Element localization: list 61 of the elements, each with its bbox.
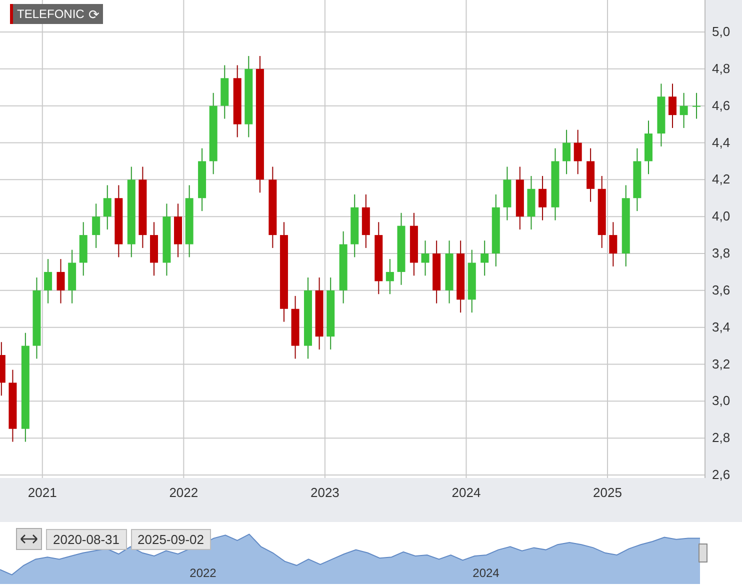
candle <box>198 148 206 212</box>
candle <box>527 175 536 230</box>
candle <box>432 240 441 304</box>
candle <box>174 203 182 258</box>
x-tick-label: 2021 <box>28 485 57 500</box>
navigator-year-label: 2022 <box>190 566 216 580</box>
y-tick-label: 2,8 <box>712 430 730 446</box>
candle <box>516 166 524 230</box>
candle <box>79 222 88 276</box>
candle <box>468 249 476 314</box>
candle <box>657 83 666 147</box>
navigator-year-label: 2024 <box>472 566 500 580</box>
expand-icon[interactable] <box>16 528 42 550</box>
candle <box>562 129 571 175</box>
candle <box>633 148 642 212</box>
y-tick-label: 4,2 <box>712 172 730 187</box>
candle <box>421 240 430 276</box>
candle <box>668 83 676 128</box>
candle <box>386 258 394 295</box>
y-tick-label: 3,0 <box>712 393 730 408</box>
y-tick-label: 5,0 <box>712 24 730 39</box>
navigator-handle[interactable] <box>698 544 708 562</box>
candle <box>480 240 489 276</box>
candle <box>291 295 300 360</box>
x-tick-label: 2024 <box>452 485 481 500</box>
candle <box>680 92 688 128</box>
candle <box>609 222 618 267</box>
candle <box>220 64 229 120</box>
refresh-icon[interactable]: ⟳ <box>88 6 100 22</box>
end-date-field[interactable]: 2025-09-02 <box>130 528 211 550</box>
x-tick-label: 2025 <box>593 485 622 500</box>
y-tick-label: 3,8 <box>712 246 730 260</box>
candle <box>692 92 701 120</box>
x-tick-label: 2022 <box>169 485 198 500</box>
y-tick-label: 4,4 <box>712 134 730 150</box>
candle <box>68 249 76 304</box>
candle <box>150 222 158 276</box>
y-tick-label: 4,8 <box>712 60 730 76</box>
candle <box>362 194 370 248</box>
candle <box>103 184 112 230</box>
candle <box>445 240 454 304</box>
candle <box>410 212 418 276</box>
y-tick-label: 4,0 <box>712 208 730 224</box>
candle <box>92 203 100 248</box>
candle <box>538 175 547 221</box>
candle <box>0 342 6 396</box>
x-tick-label: 2023 <box>310 485 340 500</box>
candle <box>574 129 582 175</box>
candle <box>586 148 595 202</box>
legend-label[interactable]: TELEFONIC ⟳ <box>10 4 104 24</box>
y-tick-label: 3,4 <box>712 319 730 334</box>
candle <box>350 194 359 258</box>
y-tick-label: 3,2 <box>712 356 730 372</box>
y-tick-label: 2,6 <box>712 467 730 482</box>
candle <box>503 166 512 221</box>
y-tick-label: 4,6 <box>712 98 730 113</box>
candle <box>644 120 652 175</box>
start-date-field[interactable]: 2020-08-31 <box>46 528 126 550</box>
candle <box>56 258 65 304</box>
candle <box>44 258 52 304</box>
y-tick-label: 3,6 <box>712 282 730 298</box>
